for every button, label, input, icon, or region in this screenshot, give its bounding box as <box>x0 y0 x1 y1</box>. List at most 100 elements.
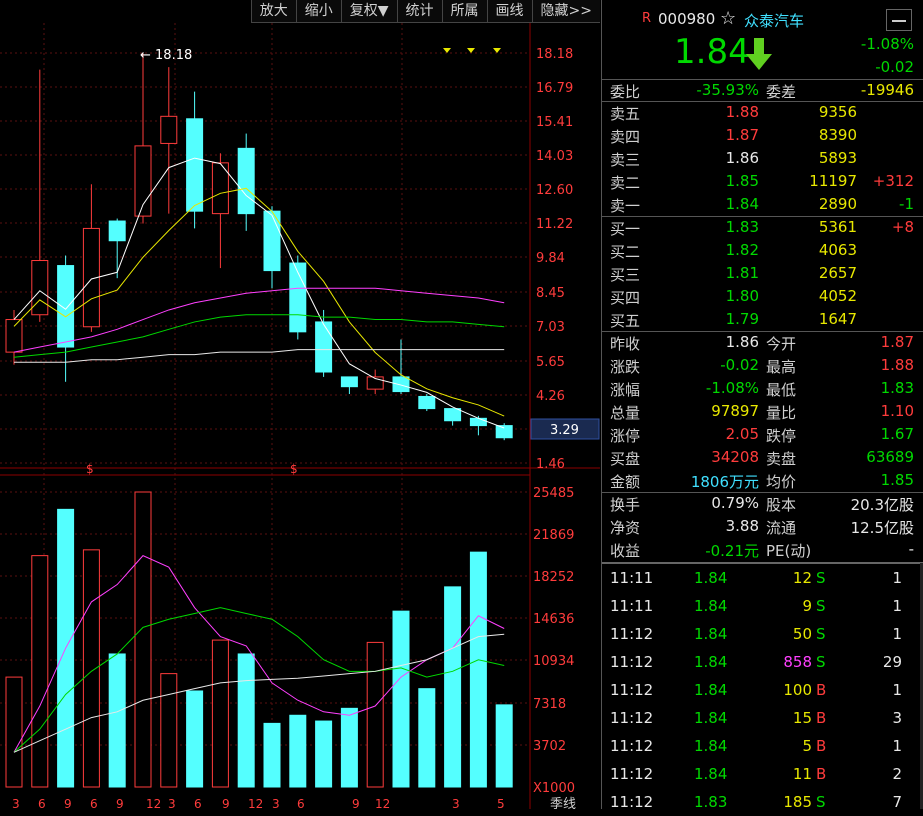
minimize-button[interactable] <box>886 9 912 31</box>
price-axis-label: 16.79 <box>536 81 573 96</box>
hide-button[interactable]: 隐藏>> <box>531 0 600 23</box>
buy-level-label: 买三 <box>610 266 641 284</box>
buy-delta: +8 <box>891 218 914 236</box>
volume-bar <box>5 676 23 788</box>
candle-body <box>31 260 49 316</box>
sell-price[interactable]: 1.88 <box>726 103 759 121</box>
buy-level-label: 买二 <box>610 243 641 261</box>
change-percent: -1.08% <box>860 35 914 53</box>
trade-time: 11:11 <box>610 597 654 615</box>
candle-body <box>57 265 75 348</box>
trade-count: 29 <box>882 653 902 671</box>
zoom-out-button[interactable]: 缩小 <box>295 0 341 23</box>
volume-bar <box>289 714 307 788</box>
trade-count: 1 <box>892 737 902 755</box>
trade-count: 7 <box>892 793 902 811</box>
buy-price[interactable]: 1.79 <box>726 310 759 328</box>
stock-name: 众泰汽车 <box>744 12 805 30</box>
fundamental-value: 20.3亿股 <box>850 496 914 514</box>
buy-volume: 1647 <box>818 310 857 328</box>
chart-toolbar: 放大 缩小 复权▼ 统计 所属 画线 隐藏>> <box>250 0 600 23</box>
stat-label: 最高 <box>766 358 797 376</box>
stat-label: 涨跌 <box>610 358 641 376</box>
trade-row: 11:12 1.84 15 B 3 <box>602 704 923 732</box>
draw-line-button[interactable]: 画线 <box>486 0 532 23</box>
stat-label: 昨收 <box>610 335 641 353</box>
r-mark: R <box>642 11 652 26</box>
sell-level-label: 卖二 <box>610 174 641 192</box>
weicha-value: -19946 <box>860 81 914 99</box>
stat-value: -1.08% <box>705 379 759 397</box>
volume-bar <box>315 720 333 788</box>
time-axis-label: 3 <box>452 797 460 809</box>
candle-body <box>160 115 178 144</box>
sell-price[interactable]: 1.87 <box>726 126 759 144</box>
trade-volume: 50 <box>792 625 812 643</box>
volume-bar <box>444 586 462 788</box>
buy-level-label: 买五 <box>610 312 641 330</box>
buy-price[interactable]: 1.83 <box>726 218 759 236</box>
trade-volume: 9 <box>802 597 812 615</box>
time-axis-label: 5 <box>497 797 505 809</box>
buy-price[interactable]: 1.80 <box>726 287 759 305</box>
trade-price: 1.84 <box>694 653 728 671</box>
sell-delta: -1 <box>899 195 914 213</box>
time-axis-label: 6 <box>38 797 46 809</box>
trade-volume: 5 <box>802 737 812 755</box>
volume-bar <box>418 688 436 788</box>
trade-price: 1.84 <box>694 597 728 615</box>
stat-label: 买盘 <box>610 450 641 468</box>
trade-price: 1.84 <box>694 709 728 727</box>
trade-price: 1.84 <box>694 569 728 587</box>
info-icon <box>467 48 475 53</box>
info-icon <box>443 48 451 53</box>
fundamental-label: 流通 <box>766 519 797 537</box>
sell-level-label: 卖四 <box>610 128 641 146</box>
volume-axis-label: 10934 <box>533 654 574 669</box>
price-axis-label: 12.60 <box>536 183 573 198</box>
adjust-button[interactable]: 复权▼ <box>340 0 397 23</box>
sell-volume: 8390 <box>818 126 857 144</box>
belongs-button[interactable]: 所属 <box>441 0 487 23</box>
sell-price[interactable]: 1.84 <box>726 195 759 213</box>
volume-bar <box>392 610 410 788</box>
dividend-marker: $ <box>290 462 298 476</box>
trade-count: 1 <box>892 569 902 587</box>
candle-body <box>237 147 255 215</box>
chart-area[interactable]: 18.18 16.79 15.41 14.03 12.60 11.22 9.84 8.45 7.… <box>0 0 600 809</box>
buy-level-label: 买四 <box>610 289 641 307</box>
sell-price[interactable]: 1.86 <box>726 149 759 167</box>
stat-value: 1.10 <box>880 402 914 420</box>
fundamental-value: 12.5亿股 <box>850 519 914 537</box>
stat-value: 1806万元 <box>690 473 759 491</box>
candle-body <box>418 395 436 410</box>
zoom-in-button[interactable]: 放大 <box>250 0 296 23</box>
sell-price[interactable]: 1.85 <box>726 172 759 190</box>
buy-price[interactable]: 1.82 <box>726 241 759 259</box>
sell-level-label: 卖三 <box>610 151 641 169</box>
stat-label: 金额 <box>610 473 641 491</box>
volume-axis-label: 3702 <box>533 739 566 754</box>
candle-body <box>495 425 513 439</box>
volume-bar <box>31 555 49 788</box>
trade-side: S <box>816 653 826 671</box>
stats-button[interactable]: 统计 <box>396 0 442 23</box>
time-axis-label: 12 <box>248 797 263 809</box>
trade-row: 11:12 1.84 11 B 2 <box>602 760 923 788</box>
buy-volume: 5361 <box>818 218 857 236</box>
price-axis-label: 8.45 <box>536 286 565 301</box>
kline-chart[interactable]: 18.18 16.79 15.41 14.03 12.60 11.22 9.84 8.45 7.… <box>0 0 600 809</box>
favorite-star-icon[interactable]: ☆ <box>720 8 736 29</box>
time-axis-label: 12 <box>375 797 390 809</box>
volume-bar <box>366 641 384 788</box>
divider <box>602 492 923 493</box>
buy-price[interactable]: 1.81 <box>726 264 759 282</box>
trade-time: 11:12 <box>610 793 654 811</box>
trade-price: 1.84 <box>694 765 728 783</box>
weibi-label: 委比 <box>610 83 641 101</box>
time-axis-label: 6 <box>90 797 98 809</box>
candle-body <box>444 408 462 422</box>
fundamental-value: 0.79% <box>711 494 759 512</box>
info-icon <box>493 48 501 53</box>
candle-body <box>340 376 358 388</box>
